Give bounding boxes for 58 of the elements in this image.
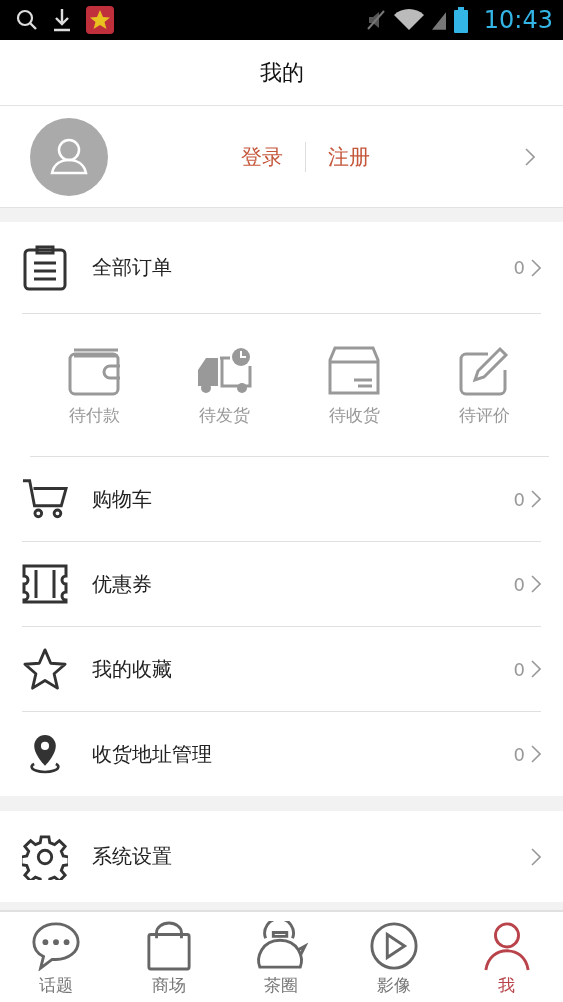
chevron-right-icon [531,745,541,763]
avatar-icon[interactable] [30,117,108,196]
search-icon [16,9,38,31]
tab-item[interactable]: 话题 [0,912,113,1002]
tab-item[interactable]: 茶圈 [225,912,338,1002]
battery-icon [453,7,468,33]
ticket-icon [22,564,68,604]
row-label: 购物车 [92,485,153,513]
chevron-right-icon [531,660,541,678]
row-count: 0 [513,743,525,765]
menu-row[interactable]: 购物车 0 [22,457,541,542]
login-link[interactable]: 登录 [241,142,283,171]
order-status-button[interactable]: 待收货 [289,343,420,427]
order-status-button[interactable]: 待发货 [159,343,290,427]
row-count: 0 [513,573,525,595]
page-title: 我的 [259,58,304,87]
row-count: 0 [513,488,525,510]
tab-item[interactable]: 影像 [337,912,451,1002]
download-icon [52,8,72,32]
tab-item[interactable]: 我 [450,912,563,1002]
chevron-right-icon [531,490,541,508]
teapot-icon [254,921,309,971]
location-pin-icon [27,732,63,776]
profile-section[interactable]: 登录 注册 [0,106,563,208]
edit-icon [458,345,511,396]
chevron-right-icon [531,847,541,866]
chevron-right-icon [531,575,541,593]
cart-icon [22,477,68,521]
order-status-button[interactable]: 待付款 [30,343,160,427]
clock-time: 10:43 [483,6,553,34]
shopping-bag-icon [145,921,192,971]
row-label: 优惠券 [92,570,153,598]
play-icon [369,921,420,971]
chat-bubble-icon [31,921,82,971]
menu-row[interactable]: 我的收藏 0 [22,627,541,712]
row-label: 全部订单 [92,254,173,281]
order-status-button[interactable]: 待评价 [419,343,549,427]
settings-icon [22,833,68,880]
row-label: 系统设置 [92,843,173,870]
chevron-right-icon [531,258,541,277]
row-label: 收货地址管理 [92,740,213,768]
register-link[interactable]: 注册 [328,142,370,171]
person-icon [481,921,532,971]
truck-icon [195,345,254,396]
chevron-right-icon [525,147,535,166]
all-orders-row[interactable]: 全部订单 0 [22,222,541,314]
clipboard-icon [22,244,68,291]
tab-item[interactable]: 商场 [112,912,226,1002]
box-icon [328,345,381,396]
mute-icon [365,9,386,31]
row-label: 我的收藏 [92,655,173,683]
row-count: 0 [513,658,525,680]
row-count: 0 [513,257,525,278]
menu-row[interactable]: 收货地址管理 0 [22,712,541,796]
wallet-icon [67,347,122,396]
menu-row[interactable]: 优惠券 0 [22,542,541,627]
wifi-icon [393,9,424,31]
star-icon [22,647,68,691]
